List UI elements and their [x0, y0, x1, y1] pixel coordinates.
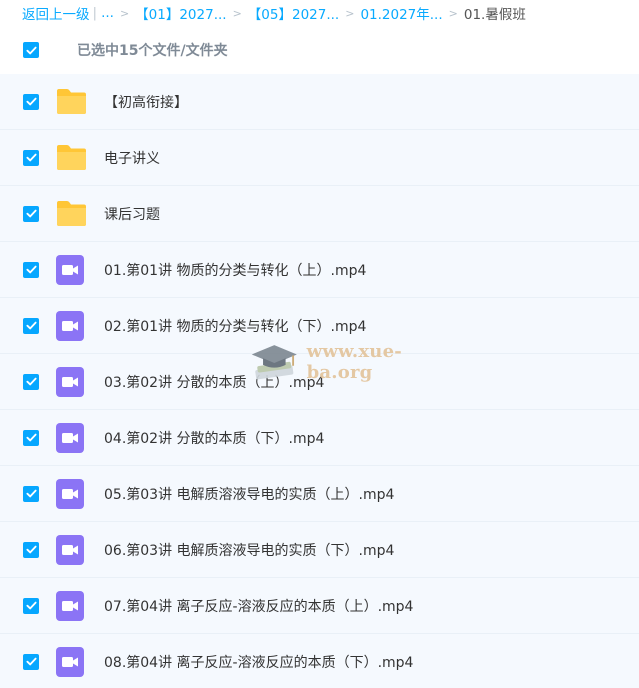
row-checkbox[interactable]	[23, 149, 39, 166]
file-row[interactable]: 06.第03讲 电解质溶液导电的实质（下）.mp4	[0, 522, 639, 578]
file-name[interactable]: 01.第01讲 物质的分类与转化（上）.mp4	[104, 260, 366, 280]
check-icon	[25, 433, 37, 442]
chevron-right-icon: >	[232, 6, 242, 20]
check-icon	[25, 601, 37, 610]
file-row[interactable]: 07.第04讲 离子反应-溶液反应的本质（上）.mp4	[0, 578, 639, 634]
check-icon	[25, 377, 37, 386]
file-name[interactable]: 【初高衔接】	[104, 92, 188, 112]
select-all-checkbox[interactable]	[23, 42, 39, 58]
row-checkbox[interactable]	[23, 653, 39, 670]
file-list: 【初高衔接】 电子讲义课后习题 01.第01讲 物质的分类与转化（上）.mp4 02.…	[0, 74, 639, 688]
video-file-icon	[55, 478, 95, 509]
file-name[interactable]: 05.第03讲 电解质溶液导电的实质（上）.mp4	[104, 484, 394, 504]
row-checkbox[interactable]	[23, 429, 39, 446]
breadcrumb: 返回上一级 | ... > 【01】2027... > 【05】2027... …	[0, 0, 639, 26]
row-checkbox[interactable]	[23, 597, 39, 614]
selection-header: 已选中15个文件/文件夹	[0, 26, 639, 74]
back-link[interactable]: 返回上一级	[22, 3, 90, 23]
file-row[interactable]: 02.第01讲 物质的分类与转化（下）.mp4	[0, 298, 639, 354]
check-icon	[25, 209, 37, 218]
check-icon	[25, 97, 37, 106]
file-name[interactable]: 电子讲义	[104, 148, 160, 168]
video-file-icon	[55, 590, 95, 621]
file-name[interactable]: 课后习题	[104, 204, 160, 224]
file-name[interactable]: 04.第02讲 分散的本质（下）.mp4	[104, 428, 324, 448]
row-checkbox[interactable]	[23, 261, 39, 278]
row-checkbox[interactable]	[23, 541, 39, 558]
folder-icon	[55, 200, 95, 227]
row-checkbox[interactable]	[23, 317, 39, 334]
file-row[interactable]: 01.第01讲 物质的分类与转化（上）.mp4	[0, 242, 639, 298]
breadcrumb-item[interactable]: 【01】2027...	[135, 3, 226, 23]
row-checkbox[interactable]	[23, 205, 39, 222]
breadcrumb-ellipsis[interactable]: ...	[101, 5, 114, 21]
folder-icon	[55, 144, 95, 171]
file-name[interactable]: 07.第04讲 离子反应-溶液反应的本质（上）.mp4	[104, 596, 413, 616]
file-name[interactable]: 03.第02讲 分散的本质（上）.mp4	[104, 372, 324, 392]
video-file-icon	[55, 534, 95, 565]
breadcrumb-item[interactable]: 01.2027年...	[360, 3, 442, 23]
chevron-right-icon: >	[448, 6, 458, 20]
file-name[interactable]: 08.第04讲 离子反应-溶液反应的本质（下）.mp4	[104, 652, 413, 672]
check-icon	[25, 657, 37, 666]
selection-count: 已选中15个文件/文件夹	[77, 43, 228, 59]
file-row[interactable]: 05.第03讲 电解质溶液导电的实质（上）.mp4	[0, 466, 639, 522]
chevron-right-icon: >	[345, 6, 355, 20]
check-icon	[25, 321, 37, 330]
video-file-icon	[55, 310, 95, 341]
file-row[interactable]: 08.第04讲 离子反应-溶液反应的本质（下）.mp4	[0, 634, 639, 688]
row-checkbox[interactable]	[23, 485, 39, 502]
check-icon	[25, 489, 37, 498]
file-row[interactable]: 04.第02讲 分散的本质（下）.mp4	[0, 410, 639, 466]
folder-icon	[55, 88, 95, 115]
row-checkbox[interactable]	[23, 373, 39, 390]
file-row[interactable]: 03.第02讲 分散的本质（上）.mp4	[0, 354, 639, 410]
check-icon	[25, 153, 37, 162]
check-icon	[25, 545, 37, 554]
folder-row[interactable]: 电子讲义	[0, 130, 639, 186]
breadcrumb-current: 01.暑假班	[463, 7, 526, 23]
video-file-icon	[55, 646, 95, 677]
file-name[interactable]: 06.第03讲 电解质溶液导电的实质（下）.mp4	[104, 540, 394, 560]
folder-row[interactable]: 【初高衔接】	[0, 74, 639, 130]
chevron-right-icon: >	[119, 6, 130, 20]
row-checkbox[interactable]	[23, 93, 39, 110]
video-file-icon	[55, 422, 95, 453]
breadcrumb-item[interactable]: 【05】2027...	[248, 3, 339, 23]
check-icon	[25, 46, 37, 54]
folder-row[interactable]: 课后习题	[0, 186, 639, 242]
video-file-icon	[55, 254, 95, 285]
breadcrumb-divider: |	[92, 5, 98, 21]
video-file-icon	[55, 366, 95, 397]
check-icon	[25, 265, 37, 274]
file-name[interactable]: 02.第01讲 物质的分类与转化（下）.mp4	[104, 316, 366, 336]
